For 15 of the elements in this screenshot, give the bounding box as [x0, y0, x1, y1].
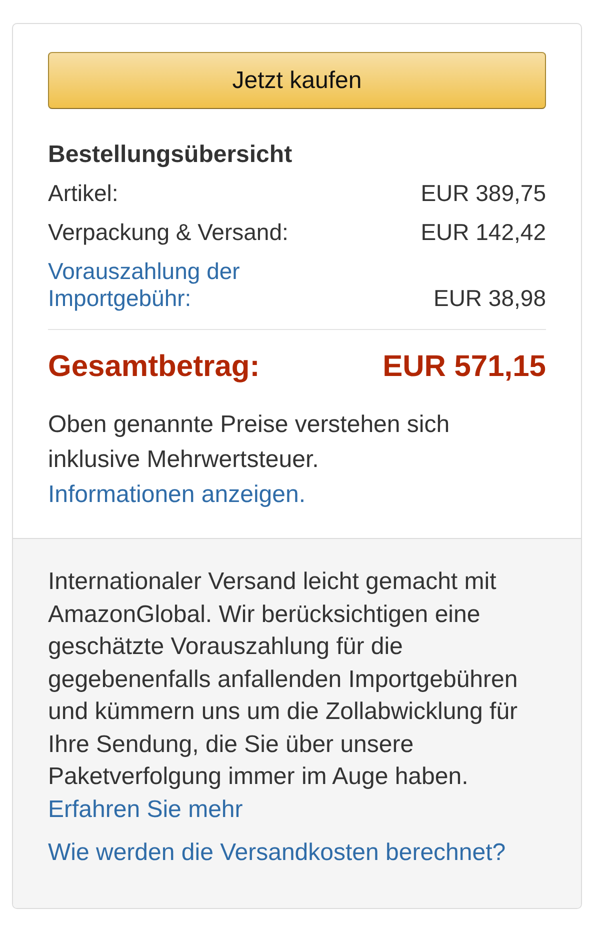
total-label: Gesamtbetrag:	[48, 349, 260, 385]
line-item-amount: EUR 38,98	[433, 285, 546, 312]
buy-now-button[interactable]: Jetzt kaufen	[48, 52, 546, 109]
global-shipping-text: Internationaler Versand leicht gemacht mit AmazonGlobal. Wir berücksichtigen eine geschätzte Vorauszahlung für die gegebenenfalls anfallenden Importgebühren und kümmern uns um die Zollabwicklung für Ihre Sendung, die Sie über unsere Paketverfolgung immer im Auge haben.	[48, 567, 519, 792]
total-amount: EUR 571,15	[382, 349, 546, 385]
shipping-costs-link[interactable]: Wie werden die Versandkosten berechnet?	[48, 837, 506, 870]
line-item-label: Artikel:	[48, 180, 118, 207]
line-item-amount: EUR 389,75	[420, 180, 546, 207]
import-fee-link[interactable]: Vorauszahlung der Importgebühr:	[48, 258, 357, 312]
information-link[interactable]: Informationen anzeigen.	[48, 481, 306, 508]
order-summary-heading: Bestellungsübersicht	[48, 140, 294, 170]
line-item-label: Verpackung & Versand:	[48, 219, 288, 246]
learn-more-link[interactable]: Erfahren Sie mehr	[48, 794, 243, 826]
line-item-amount: EUR 142,42	[420, 219, 546, 246]
tax-note: Oben genannte Preise verstehen sich inklusive Mehrwertsteuer. Informationen anzeigen.	[48, 410, 451, 510]
